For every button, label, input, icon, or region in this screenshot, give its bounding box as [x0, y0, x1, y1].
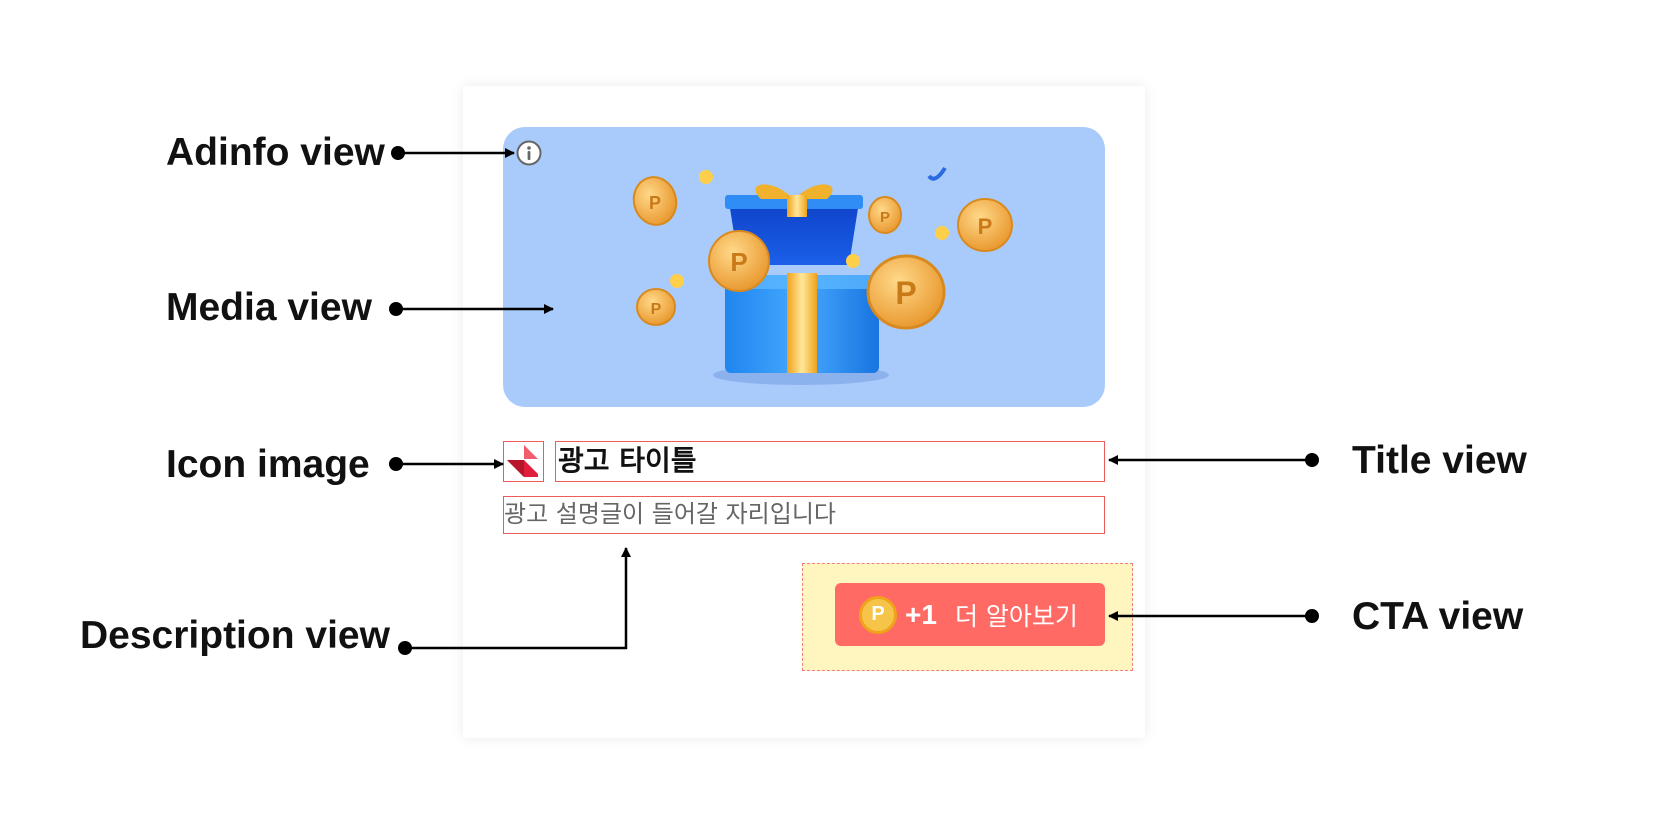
media-connector	[389, 302, 554, 316]
description-connector	[398, 547, 631, 655]
icon-image-connector	[389, 457, 504, 471]
callout-connectors	[389, 146, 1319, 655]
adinfo-connector	[391, 146, 515, 160]
title-connector	[1108, 453, 1319, 467]
cta-connector	[1108, 609, 1319, 623]
